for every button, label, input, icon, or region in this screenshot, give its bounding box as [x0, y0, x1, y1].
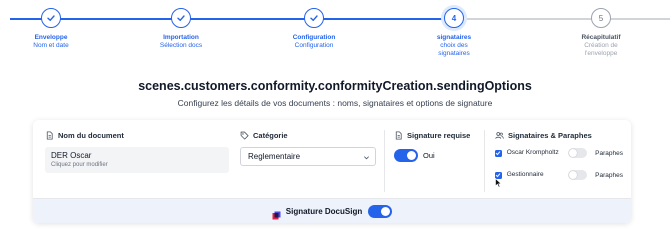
step-title: signataires	[436, 34, 472, 41]
paraphes-label: Paraphes	[595, 171, 623, 179]
category-select[interactable]: Reglementaire	[240, 147, 376, 166]
column-divider	[484, 130, 485, 192]
step-subtitle: Création de l'enveloppe	[584, 42, 618, 57]
paraphes-toggle[interactable]	[568, 170, 588, 180]
document-name-hint: Cliquez pour modifier	[51, 162, 108, 168]
stepper: Enveloppe Nom et date Importation Sélect…	[0, 0, 670, 68]
step-importation[interactable]: Importation Sélection docs	[141, 8, 221, 50]
step-title: Importation	[163, 34, 199, 41]
docusign-toggle[interactable]	[368, 204, 393, 218]
check-icon	[171, 8, 191, 28]
signer-name: Oscar Krompholtz	[506, 149, 559, 156]
paraphes-label: Paraphes	[595, 149, 623, 157]
document-name-field[interactable]: DER Oscar Cliquez pour modifier	[45, 147, 229, 173]
document-name-value: DER Oscar	[51, 151, 92, 160]
step-number: 4	[444, 8, 464, 28]
signature-required-toggle-label: Oui	[423, 151, 435, 160]
page-title: scenes.customers.conformity.conformityCr…	[138, 79, 532, 93]
step-title: Récapitulatif	[581, 34, 621, 41]
check-icon	[304, 8, 324, 28]
signer-name: Gestionnaire	[506, 171, 544, 178]
document-card: Nom du document DER Oscar Cliquez pour m…	[33, 120, 631, 223]
step-signataires[interactable]: 4 signataires choix des signataires	[424, 8, 484, 57]
document-name-label: Nom du document	[58, 130, 124, 140]
step-recapitulatif[interactable]: 5 Récapitulatif Création de l'enveloppe	[571, 8, 631, 57]
step-configuration[interactable]: Configuration Configuration	[274, 8, 354, 50]
signers-column: Signataires & Paraphes	[495, 130, 592, 140]
docusign-label: Signature DocuSign	[285, 206, 363, 216]
mouse-cursor-icon	[495, 178, 502, 188]
step-subtitle: Configuration	[294, 42, 334, 49]
signature-required-label: Signature requise	[407, 130, 471, 140]
docusign-logo-icon	[272, 207, 281, 219]
step-enveloppe[interactable]: Enveloppe Nom et date	[11, 8, 91, 50]
document-icon	[45, 130, 54, 140]
page-subtitle: Configurez les détails de vos documents …	[177, 98, 493, 108]
signature-required-column: Signature requise	[394, 130, 470, 140]
step-number: 5	[591, 8, 611, 28]
step-title: Configuration	[292, 34, 336, 41]
tag-icon	[240, 131, 249, 140]
chevron-down-icon	[363, 154, 370, 161]
users-icon	[495, 131, 504, 140]
column-divider	[384, 130, 385, 192]
signer-row: Gestionnaire Paraphes	[495, 170, 623, 180]
document-name-column: Nom du document	[45, 130, 124, 140]
check-icon	[41, 8, 61, 28]
signature-required-toggle[interactable]	[394, 149, 418, 162]
docusign-bar: Signature DocuSign	[33, 198, 631, 223]
document-icon	[394, 130, 403, 140]
step-title: Enveloppe	[34, 34, 68, 41]
category-label: Catégorie	[253, 130, 288, 140]
signer-checkbox[interactable]	[495, 149, 502, 157]
signer-row: Oscar Krompholtz Paraphes	[495, 148, 623, 158]
stepper-track-done	[51, 18, 454, 20]
category-column: Catégorie	[240, 130, 288, 140]
paraphes-toggle[interactable]	[568, 148, 588, 158]
step-subtitle: choix des signataires	[438, 42, 470, 57]
category-selected-value: Reglementaire	[248, 152, 301, 161]
signers-label: Signataires & Paraphes	[508, 130, 592, 140]
step-subtitle: Nom et date	[33, 42, 69, 49]
signature-required-control: Oui	[394, 149, 435, 162]
step-subtitle: Sélection docs	[159, 42, 203, 49]
